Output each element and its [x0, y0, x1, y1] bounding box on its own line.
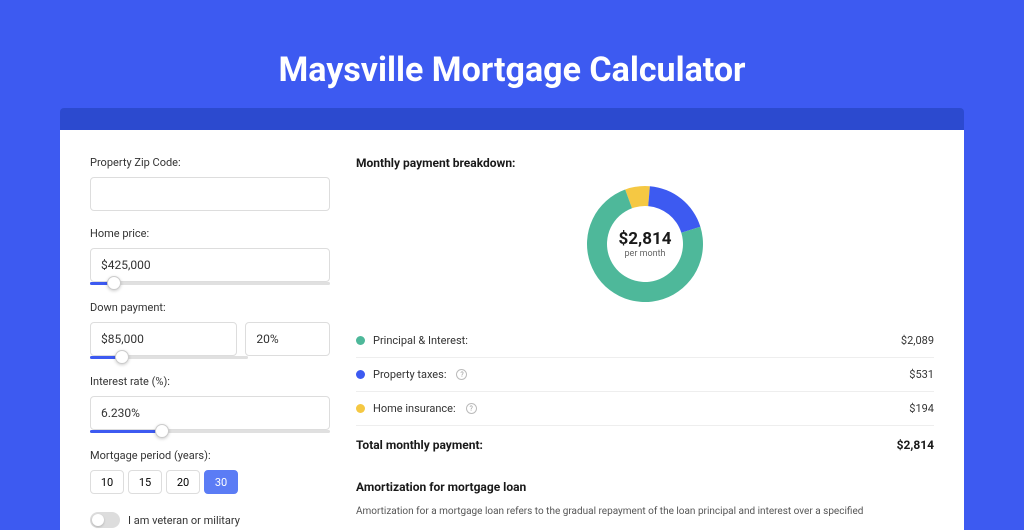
legend-label: Home insurance:	[373, 402, 456, 415]
calculator-card: Property Zip Code: Home price: Down paym…	[60, 130, 964, 530]
legend-label: Property taxes:	[373, 368, 446, 381]
down-payment-input[interactable]	[90, 322, 237, 356]
home-price-slider-thumb[interactable]	[107, 276, 121, 290]
period-label: Mortgage period (years):	[90, 449, 330, 462]
period-button-10[interactable]: 10	[90, 470, 124, 494]
info-icon[interactable]: ?	[466, 403, 477, 414]
veteran-toggle-row: I am veteran or military	[90, 512, 330, 528]
legend-row-1: Property taxes:? $531	[356, 358, 934, 392]
veteran-toggle[interactable]	[90, 512, 120, 528]
period-field-group: Mortgage period (years): 10152030	[90, 449, 330, 494]
banner-strip	[60, 108, 964, 130]
home-price-slider[interactable]	[90, 282, 330, 285]
amortization-title: Amortization for mortgage loan	[356, 480, 934, 494]
legend-row-2: Home insurance:? $194	[356, 392, 934, 426]
period-buttons: 10152030	[90, 470, 330, 494]
interest-slider[interactable]	[90, 430, 330, 433]
legend-dot-icon	[356, 370, 365, 379]
legend-dot-icon	[356, 404, 365, 413]
info-icon[interactable]: ?	[456, 369, 467, 380]
legend-dot-icon	[356, 336, 365, 345]
down-payment-slider-thumb[interactable]	[115, 350, 129, 364]
interest-field-group: Interest rate (%):	[90, 375, 330, 433]
legend-value: $531	[909, 368, 934, 381]
home-price-input[interactable]	[90, 248, 330, 282]
donut-slice-1	[648, 186, 700, 233]
zip-input[interactable]	[90, 177, 330, 211]
interest-label: Interest rate (%):	[90, 375, 330, 388]
down-payment-field-group: Down payment:	[90, 301, 330, 359]
donut-wrap: $2,814 per month	[356, 184, 934, 304]
period-button-30[interactable]: 30	[204, 470, 238, 494]
down-payment-pct-input[interactable]	[245, 322, 330, 356]
interest-input[interactable]	[90, 396, 330, 430]
page-title: Maysville Mortgage Calculator	[60, 50, 964, 90]
total-row: Total monthly payment: $2,814	[356, 426, 934, 464]
zip-field-group: Property Zip Code:	[90, 156, 330, 211]
veteran-toggle-knob	[92, 514, 104, 526]
period-button-15[interactable]: 15	[128, 470, 162, 494]
legend: Principal & Interest: $2,089 Property taxe…	[356, 324, 934, 426]
interest-slider-thumb[interactable]	[155, 424, 169, 438]
donut-amount: $2,814	[619, 229, 672, 249]
form-panel: Property Zip Code: Home price: Down paym…	[90, 156, 330, 530]
total-value: $2,814	[897, 438, 934, 452]
donut-chart: $2,814 per month	[585, 184, 705, 304]
results-panel: Monthly payment breakdown: $2,814 per mo…	[356, 156, 934, 530]
home-price-label: Home price:	[90, 227, 330, 240]
legend-row-0: Principal & Interest: $2,089	[356, 324, 934, 358]
legend-value: $194	[909, 402, 934, 415]
down-payment-label: Down payment:	[90, 301, 330, 314]
donut-sub: per month	[619, 249, 672, 259]
home-price-field-group: Home price:	[90, 227, 330, 285]
legend-label: Principal & Interest:	[373, 334, 468, 347]
zip-label: Property Zip Code:	[90, 156, 330, 169]
down-payment-slider[interactable]	[90, 356, 248, 359]
total-label: Total monthly payment:	[356, 438, 483, 452]
legend-value: $2,089	[901, 334, 934, 347]
breakdown-title: Monthly payment breakdown:	[356, 156, 934, 170]
period-button-20[interactable]: 20	[166, 470, 200, 494]
donut-center: $2,814 per month	[619, 229, 672, 259]
veteran-label: I am veteran or military	[128, 514, 240, 527]
